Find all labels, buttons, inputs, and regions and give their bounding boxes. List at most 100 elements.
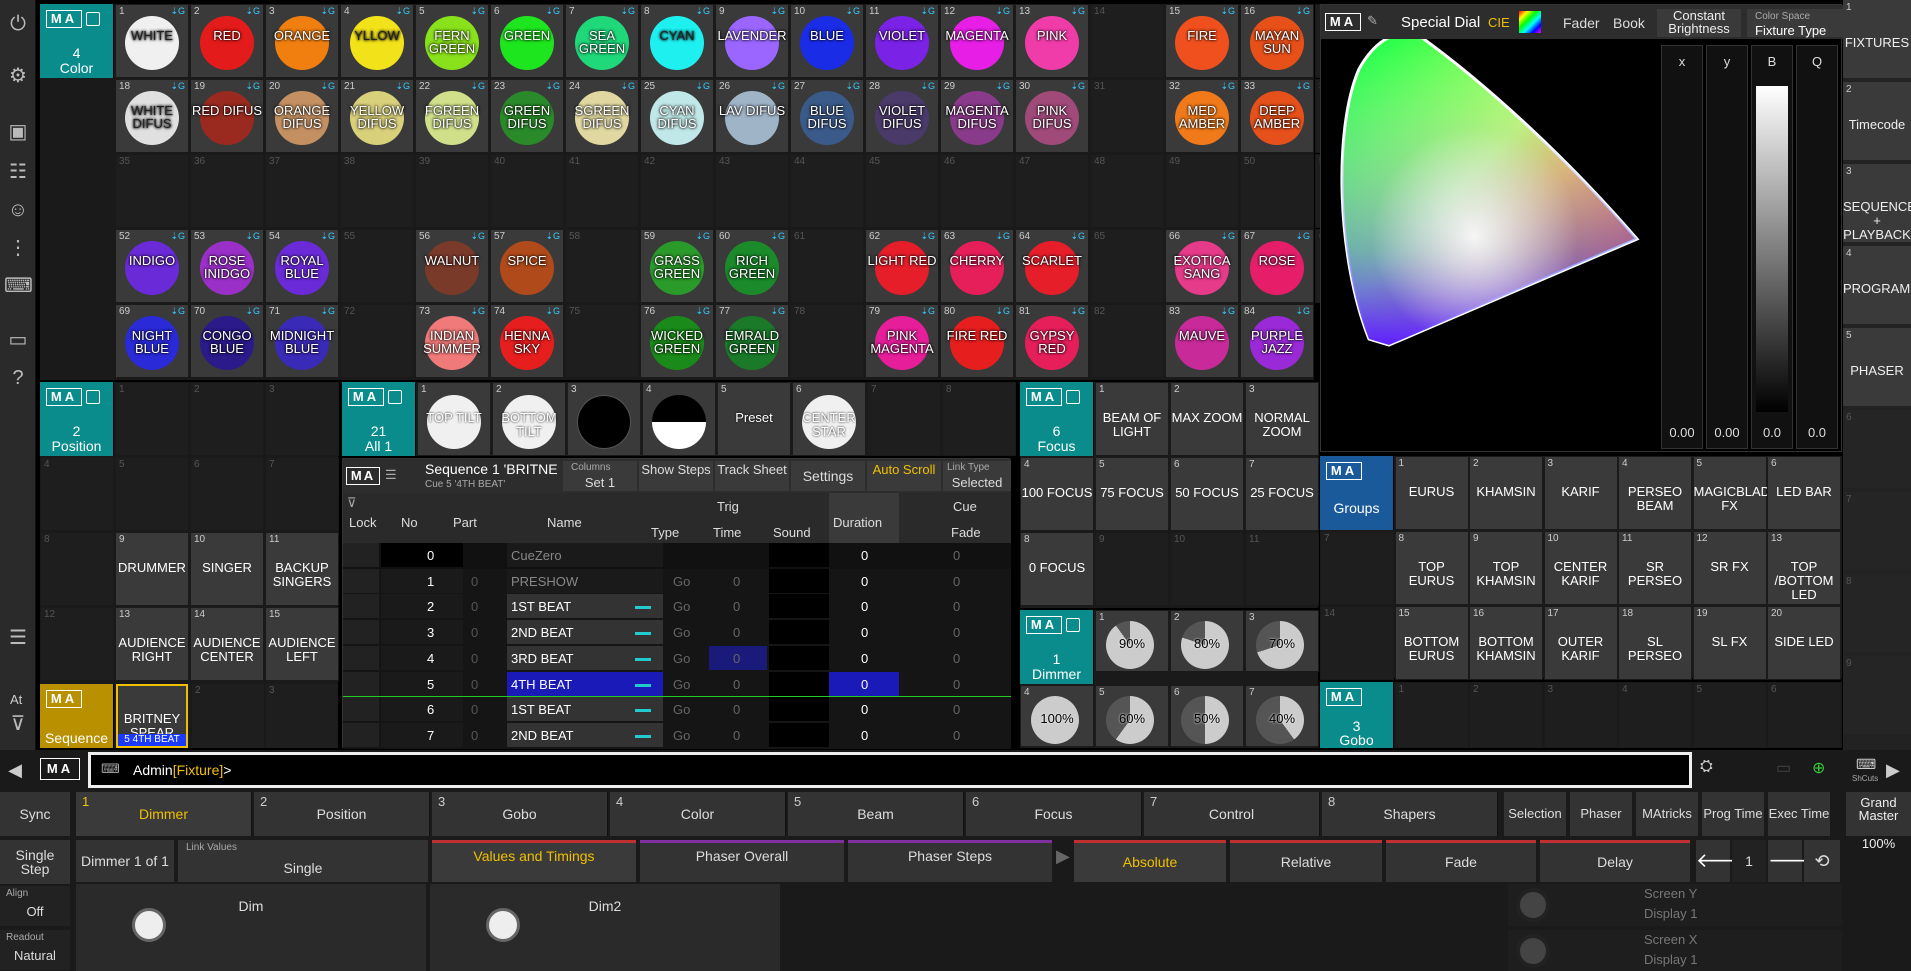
- gobo-preset-5[interactable]: 5: [1692, 682, 1767, 748]
- position-preset-1[interactable]: 1: [115, 382, 189, 456]
- exec-time-button[interactable]: Exec Time: [1768, 792, 1830, 836]
- header-name[interactable]: Name: [547, 515, 582, 530]
- color-preset-24[interactable]: 24 ⇣G SGREEN DIFUS: [565, 79, 639, 153]
- color-preset-52[interactable]: 52 ⇣G INDIGO: [115, 229, 189, 303]
- feature-tab-control[interactable]: 7 Control: [1144, 792, 1320, 836]
- color-preset-75[interactable]: 75: [565, 304, 639, 378]
- color-preset-69[interactable]: 69 ⇣G NIGHT BLUE: [115, 304, 189, 378]
- user-icon[interactable]: ☺: [4, 196, 32, 224]
- command-line[interactable]: ⌨ Admin[Fixture]>: [88, 752, 1692, 788]
- save-icon[interactable]: ▣: [4, 118, 32, 146]
- color-preset-61[interactable]: 61: [790, 229, 864, 303]
- color-preset-80[interactable]: 80 ⇣G FIRE RED: [940, 304, 1014, 378]
- lock-cell[interactable]: [343, 568, 379, 593]
- position-pool-header[interactable]: MA 2 Position: [40, 382, 114, 456]
- constant-brightness-button[interactable]: Constant Brightness: [1657, 9, 1741, 37]
- cue-row-7[interactable]: 7 0 2ND BEAT Go 0 0 0: [343, 722, 1011, 749]
- position-preset-7[interactable]: 7: [265, 457, 339, 531]
- color-preset-45[interactable]: 45: [865, 154, 939, 228]
- color-preset-5[interactable]: 5 ⇣G FERN GREEN: [415, 4, 489, 78]
- color-preset-53[interactable]: 53 ⇣G ROSE INIDGO: [190, 229, 264, 303]
- color-preset-72[interactable]: 72: [340, 304, 414, 378]
- color-preset-19[interactable]: 19 ⇣G RED DIFUS: [190, 79, 264, 153]
- color-preset-62[interactable]: 62 ⇣G LIGHT RED: [865, 229, 939, 303]
- phaser-steps-button[interactable]: Phaser Steps: [848, 840, 1052, 882]
- color-preset-66[interactable]: 66 ⇣G EXOTICA SANG: [1165, 229, 1239, 303]
- fader-Q[interactable]: Q 0.0: [1796, 45, 1838, 449]
- position-preset-11[interactable]: 11 BACKUP SINGERS: [265, 532, 339, 606]
- color-preset-54[interactable]: 54 ⇣G ROYAL BLUE: [265, 229, 339, 303]
- group-7[interactable]: 7: [1320, 531, 1394, 605]
- view-tab-2[interactable]: 2 Timecode: [1843, 82, 1911, 162]
- group-8[interactable]: 8 TOP EURUS: [1394, 531, 1469, 605]
- gear-icon[interactable]: ⚙: [4, 62, 32, 90]
- position-preset-3[interactable]: 3: [265, 382, 339, 456]
- gobo-preset-3[interactable]: 3: [1543, 682, 1618, 748]
- prog-time-button[interactable]: Prog Time: [1702, 792, 1764, 836]
- position-preset-4[interactable]: 4: [40, 457, 114, 531]
- dimmer-preset-5[interactable]: 5 60%: [1095, 685, 1169, 747]
- at-label[interactable]: At: [10, 692, 22, 707]
- color-preset-23[interactable]: 23 ⇣G GREEN DIFUS: [490, 79, 564, 153]
- color-preset-32[interactable]: 32 ⇣G MED AMBER: [1165, 79, 1239, 153]
- color-preset-58[interactable]: 58: [565, 229, 639, 303]
- position-preset-14[interactable]: 14 AUDIENCE CENTER: [190, 607, 264, 681]
- focus-preset-6[interactable]: 6 50 FOCUS: [1170, 457, 1244, 531]
- all-preset-2[interactable]: 2 BOTTOM TILT: [492, 382, 566, 456]
- gobo-preset-4[interactable]: 4: [1618, 682, 1692, 748]
- color-preset-59[interactable]: 59 ⇣G GRASS GREEN: [640, 229, 714, 303]
- color-preset-71[interactable]: 71 ⇣G MIDNIGHT BLUE: [265, 304, 339, 378]
- settings-icon[interactable]: [1066, 390, 1080, 404]
- color-preset-37[interactable]: 37: [265, 154, 339, 228]
- color-preset-8[interactable]: 8 ⇣G CYAN: [640, 4, 714, 78]
- header-sound[interactable]: Sound: [773, 525, 811, 540]
- color-preset-12[interactable]: 12 ⇣G MAGENTA: [940, 4, 1014, 78]
- settings-icon[interactable]: [1066, 618, 1080, 632]
- color-preset-60[interactable]: 60 ⇣G RICH GREEN: [715, 229, 789, 303]
- focus-preset-5[interactable]: 5 75 FOCUS: [1095, 457, 1169, 531]
- header-lock[interactable]: Lock: [349, 515, 376, 530]
- color-preset-56[interactable]: 56 ⇣G WALNUT: [415, 229, 489, 303]
- focus-preset-2[interactable]: 2 MAX ZOOM: [1170, 382, 1244, 456]
- absolute-button[interactable]: Absolute: [1074, 840, 1226, 882]
- single-step-button[interactable]: Single Step: [0, 840, 70, 884]
- dimmer-preset-2[interactable]: 2 80%: [1170, 610, 1244, 672]
- color-preset-78[interactable]: 78: [790, 304, 864, 378]
- feature-tab-color[interactable]: 4 Color: [610, 792, 786, 836]
- focus-preset-9[interactable]: 9: [1095, 532, 1169, 606]
- cue-row-2[interactable]: 2 0 1ST BEAT Go 0 0 0: [343, 594, 1011, 621]
- settings-icon[interactable]: [86, 12, 100, 26]
- color-preset-25[interactable]: 25 ⇣G CYAN DIFUS: [640, 79, 714, 153]
- color-preset-11[interactable]: 11 ⇣G VIOLET: [865, 4, 939, 78]
- color-preset-42[interactable]: 42: [640, 154, 714, 228]
- cie-chromaticity-diagram[interactable]: [1329, 39, 1659, 369]
- group-18[interactable]: 18 SL PERSEO: [1618, 606, 1692, 680]
- all-preset-8[interactable]: 8: [942, 382, 1016, 456]
- list-icon[interactable]: ☰: [4, 624, 32, 652]
- settings-icon[interactable]: [86, 390, 100, 404]
- header-type[interactable]: Type: [651, 525, 679, 540]
- lock-cell[interactable]: [343, 645, 379, 670]
- dimmer-preset-1[interactable]: 1 90%: [1095, 610, 1169, 672]
- focus-preset-4[interactable]: 4 100 FOCUS: [1020, 457, 1094, 531]
- cue-row-4[interactable]: 4 0 3RD BEAT Go 0 0 0: [343, 645, 1011, 672]
- color-preset-15[interactable]: 15 ⇣G FIRE: [1165, 4, 1239, 78]
- sequence-pool-cell-1[interactable]: BRITNEY SPEAR 5 4TH BEAT: [116, 684, 188, 748]
- sequence-pool-header[interactable]: MA Sequence: [40, 684, 114, 748]
- view-tab-7[interactable]: 7: [1843, 492, 1911, 572]
- dimmer-preset-4[interactable]: 4 100%: [1020, 685, 1094, 747]
- color-space-button[interactable]: Color Space Fixture Type: [1747, 9, 1843, 38]
- focus-pool-header[interactable]: MA 6 Focus: [1020, 382, 1094, 456]
- view-tab-9[interactable]: 9: [1843, 656, 1911, 736]
- sequence-pool-cell-3[interactable]: 3: [266, 684, 338, 748]
- values-timings-button[interactable]: Values and Timings: [432, 840, 636, 882]
- gobo-preset-2[interactable]: 2: [1469, 682, 1543, 748]
- header-part[interactable]: Part: [453, 515, 477, 530]
- color-preset-43[interactable]: 43: [715, 154, 789, 228]
- fade-button[interactable]: Fade: [1386, 840, 1536, 882]
- monitor-icon[interactable]: ▭: [4, 326, 32, 354]
- color-preset-14[interactable]: 14: [1090, 4, 1164, 78]
- header-no[interactable]: No: [401, 515, 418, 530]
- dimmer-preset-7[interactable]: 7 40%: [1245, 685, 1319, 747]
- color-preset-64[interactable]: 64 ⇣G SCARLET: [1015, 229, 1089, 303]
